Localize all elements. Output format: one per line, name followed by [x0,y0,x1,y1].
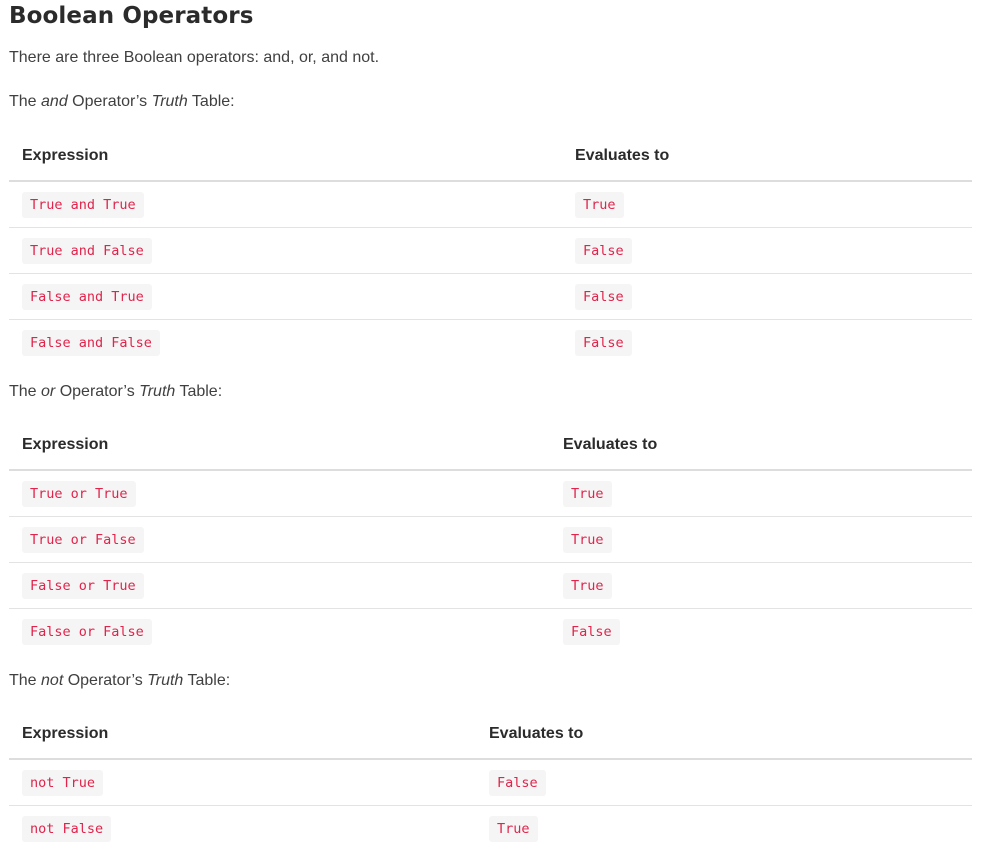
result-code: False [575,329,632,356]
caption-text: Table: [187,93,235,110]
caption-operator: or [41,383,56,400]
table-row: False or False False [9,608,972,654]
expression-code: not True [22,769,104,796]
result-cell: True [550,516,972,563]
expression-cell: not False [9,805,476,851]
expression-cell: True or True [9,470,550,517]
expression-code: True and False [22,237,152,264]
column-header-expression: Expression [9,132,562,182]
expression-code: False or False [22,618,152,645]
table-row: False and False False [9,319,972,365]
caption-operator: not [41,672,64,689]
caption-text: The [9,383,42,400]
caption-truth: Truth [139,383,176,400]
expression-cell: not True [9,759,476,806]
result-code: True [489,815,538,842]
column-header-expression: Expression [9,710,476,760]
table-row: False and True False [9,273,972,320]
and-truth-table: Expression Evaluates to True and True Tr… [9,132,972,365]
caption-text: The [9,672,42,689]
table-row: True or False True [9,516,972,563]
expression-code: False and False [22,329,160,356]
expression-code: True or False [22,526,144,553]
expression-code: True or True [22,480,136,507]
expression-code: False or True [22,572,144,599]
expression-cell: False and False [9,319,562,365]
column-header-evaluates-to: Evaluates to [476,710,972,760]
result-cell: True [550,470,972,517]
expression-cell: False or True [9,562,550,609]
expression-code: True and True [22,191,144,218]
result-code: True [563,526,612,553]
not-table-caption: The not Operator’s Truth Table: [9,672,230,690]
result-cell: False [562,273,972,320]
table-header-row: Expression Evaluates to [9,132,972,182]
column-header-evaluates-to: Evaluates to [550,421,972,471]
caption-text: Table: [183,672,231,689]
caption-text: Operator’s [63,672,148,689]
document-page: Boolean Operators There are three Boolea… [0,0,1003,857]
and-table-caption: The and Operator’s Truth Table: [9,93,235,111]
result-code: False [563,618,620,645]
expression-cell: False and True [9,273,562,320]
expression-cell: True or False [9,516,550,563]
caption-truth: Truth [147,672,184,689]
result-cell: True [562,181,972,228]
expression-cell: True and False [9,227,562,274]
table-row: True and True True [9,181,972,228]
table-header-row: Expression Evaluates to [9,710,972,760]
caption-text: Operator’s [55,383,140,400]
result-cell: False [476,759,972,806]
expression-code: not False [22,815,112,842]
caption-text: Operator’s [67,93,152,110]
table-row: False or True True [9,562,972,609]
expression-cell: False or False [9,608,550,654]
caption-operator: and [41,93,68,110]
not-truth-table: Expression Evaluates to not True False n… [9,710,972,851]
intro-paragraph: There are three Boolean operators: and, … [9,49,380,66]
table-row: True or True True [9,470,972,517]
expression-code: False and True [22,283,152,310]
result-cell: True [476,805,972,851]
result-code: False [575,237,632,264]
caption-truth: Truth [151,93,188,110]
result-code: False [575,283,632,310]
result-cell: False [562,227,972,274]
page-title: Boolean Operators [9,3,254,29]
caption-text: The [9,93,42,110]
result-code: True [563,572,612,599]
column-header-expression: Expression [9,421,550,471]
result-cell: True [550,562,972,609]
table-header-row: Expression Evaluates to [9,421,972,471]
result-cell: False [562,319,972,365]
result-code: False [489,769,546,796]
result-cell: False [550,608,972,654]
caption-text: Table: [175,383,223,400]
column-header-evaluates-to: Evaluates to [562,132,972,182]
table-row: True and False False [9,227,972,274]
table-row: not True False [9,759,972,806]
result-code: True [575,191,624,218]
table-row: not False True [9,805,972,851]
or-table-caption: The or Operator’s Truth Table: [9,383,222,401]
result-code: True [563,480,612,507]
or-truth-table: Expression Evaluates to True or True Tru… [9,421,972,654]
expression-cell: True and True [9,181,562,228]
